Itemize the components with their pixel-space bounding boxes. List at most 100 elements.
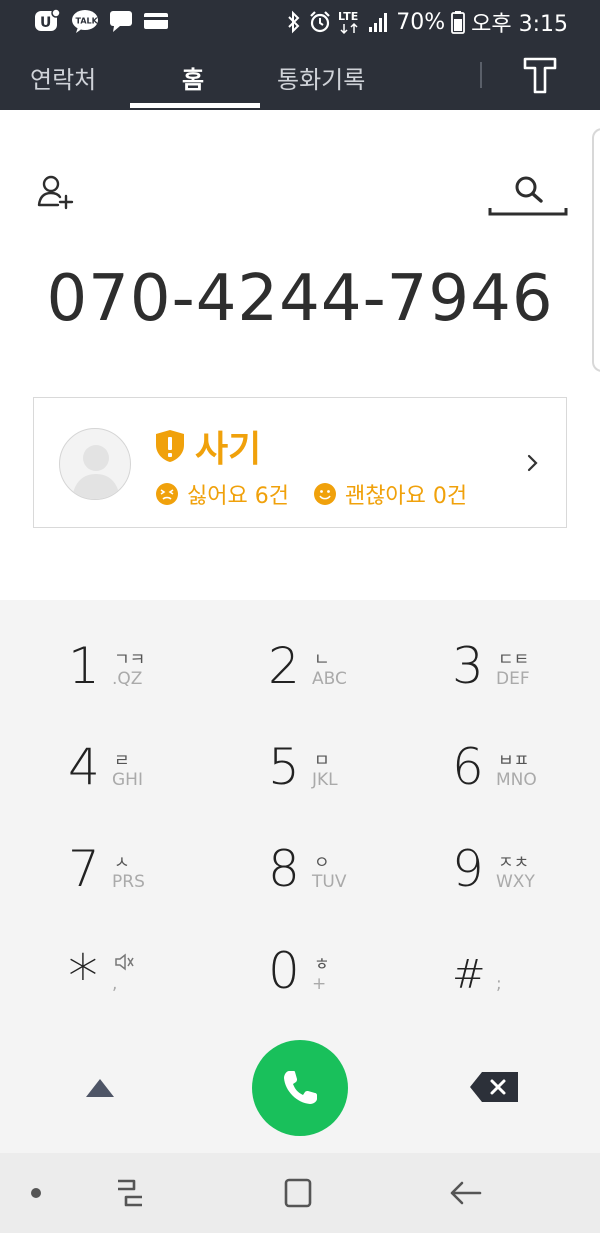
dialpad-key-digit: 9 <box>452 840 484 898</box>
chevron-right-icon <box>522 450 542 476</box>
call-button[interactable] <box>252 1040 348 1136</box>
dialpad-key-digit: 4 <box>68 738 100 796</box>
dislike-count: 싫어요 6건 <box>187 484 289 509</box>
dialpad-key-digit: 1 <box>68 637 100 695</box>
dialpad-key-korean: ㅈㅊ <box>498 853 530 873</box>
svg-text:TALK: TALK <box>76 17 99 26</box>
dialpad-key-korean: ㅅ <box>114 853 130 873</box>
triangle-up-icon <box>86 1079 114 1097</box>
t-logo-icon <box>523 57 557 94</box>
dialpad-key-letters: TUV <box>312 872 347 892</box>
dialpad-key-letters: MNO <box>496 770 537 790</box>
backspace-icon <box>470 1072 518 1102</box>
bluetooth-icon <box>286 10 302 34</box>
dialpad-key-digit: 7 <box>68 840 100 898</box>
battery-icon <box>451 10 466 34</box>
dialpad-key-digit: 2 <box>268 637 300 695</box>
dialpad-key-digit: # <box>452 952 486 998</box>
backspace-button[interactable] <box>468 1070 520 1104</box>
dialpad-key-letters: PRS <box>112 872 145 892</box>
add-contact-icon <box>37 175 74 210</box>
dialpad-key-korean: ㅎ <box>314 955 330 975</box>
dialpad-key-letters: ABC <box>312 669 347 689</box>
rating-stats: 싫어요 6건 괜찮아요 0건 <box>155 478 467 510</box>
system-status: LTE 70% 오후 3:15 <box>286 6 568 38</box>
home-icon <box>284 1178 312 1208</box>
dialpad-key-letters: WXY <box>496 872 535 892</box>
dialpad-key-letters: , <box>112 974 118 994</box>
dialpad-key-digit: 3 <box>452 637 484 695</box>
top-bar: U TALK LTE 70% 오후 3:15 연락처 홈 통화기록 <box>0 0 600 110</box>
clock: 오후 3:15 <box>471 12 568 37</box>
svg-text:LTE: LTE <box>338 10 358 23</box>
dialpad-key-4[interactable]: 4 ㄹ GHI <box>0 718 200 818</box>
status-bar: U TALK LTE 70% 오후 3:15 <box>0 0 600 42</box>
dialpad-key-letters: DEF <box>496 669 530 689</box>
spam-category-label: 사기 <box>195 429 262 470</box>
dialpad-key-7[interactable]: 7 ㅅ PRS <box>0 820 200 920</box>
dialpad-key-3[interactable]: 3 ㄷㅌ DEF <box>400 617 600 717</box>
t-service-button[interactable] <box>522 55 558 95</box>
card-title-row: 사기 <box>155 420 261 472</box>
tab-home[interactable]: 홈 <box>182 60 204 95</box>
tab-divider <box>480 62 482 88</box>
dialpad-key-star[interactable]: *, <box>0 922 200 1022</box>
tab-bar: 연락처 홈 통화기록 <box>0 50 600 110</box>
dialpad-key-digit: 5 <box>268 738 300 796</box>
dialpad-key-digit: 8 <box>268 840 300 898</box>
mute-speaker-icon <box>115 953 134 971</box>
alarm-icon <box>308 10 332 34</box>
dialpad-key-6[interactable]: 6 ㅂㅍ MNO <box>400 718 600 818</box>
recent-apps-button[interactable] <box>110 1175 150 1211</box>
active-tab-indicator <box>130 103 260 108</box>
dialpad-key-letters: .QZ <box>112 669 143 689</box>
avatar <box>59 428 131 500</box>
back-icon <box>450 1181 482 1205</box>
dialpad-actions <box>0 1040 600 1140</box>
phone-icon <box>284 1071 317 1104</box>
u-plus-icon: U <box>34 8 62 34</box>
dialpad-key-1[interactable]: 1 ㄱㅋ .QZ <box>0 617 200 717</box>
dialpad-key-digit: 6 <box>452 738 484 796</box>
lte-icon: LTE <box>338 9 362 35</box>
dialpad-key-0[interactable]: 0 ㅎ + <box>200 922 400 1022</box>
notification-icons: U TALK <box>34 8 170 34</box>
dialpad-key-korean: ㄴ <box>314 650 330 670</box>
like-face-icon <box>313 483 336 505</box>
dialpad-key-letters: ; <box>496 974 502 994</box>
back-button[interactable] <box>446 1175 486 1211</box>
navigation-bar <box>0 1153 600 1233</box>
dialpad-key-korean: ㄷㅌ <box>498 650 530 670</box>
dislike-face-icon <box>156 483 178 505</box>
default-avatar-icon <box>72 445 120 499</box>
dialpad-key-2[interactable]: 2 ㄴ ABC <box>200 617 400 717</box>
dialpad-key-hash[interactable]: #; <box>400 922 600 1022</box>
dialpad-key-digit: 0 <box>268 942 300 1000</box>
message-icon <box>108 9 134 33</box>
caller-info-card[interactable]: 사기 싫어요 6건 괜찮아요 0건 <box>33 397 567 528</box>
collapse-dialpad-button[interactable] <box>80 1070 120 1100</box>
dialpad-key-8[interactable]: 8 ㅇ TUV <box>200 820 400 920</box>
tab-call-log[interactable]: 통화기록 <box>277 60 365 95</box>
recent-apps-icon <box>118 1179 142 1207</box>
svg-text:U: U <box>40 15 51 31</box>
dialpad-key-digit: * <box>68 942 98 1012</box>
add-contact-button[interactable] <box>36 172 76 212</box>
dialpad-key-letters: JKL <box>312 770 338 790</box>
dialpad-key-korean: ㅂㅍ <box>498 751 530 771</box>
dialpad-key-9[interactable]: 9 ㅈㅊ WXY <box>400 820 600 920</box>
home-button[interactable] <box>278 1175 318 1211</box>
warning-shield-icon <box>156 430 184 462</box>
search-icon <box>488 176 568 216</box>
dialpad-key-5[interactable]: 5 ㅁ JKL <box>200 718 400 818</box>
dialpad-key-letters: + <box>312 974 327 994</box>
dialpad-key-korean: ㄹ <box>114 751 130 771</box>
tab-contacts[interactable]: 연락처 <box>30 60 96 95</box>
nav-bar-dot[interactable] <box>31 1188 41 1198</box>
battery-percent: 70% <box>396 9 446 35</box>
like-count: 괜찮아요 0건 <box>344 484 468 509</box>
search-button[interactable] <box>488 168 568 218</box>
kakaotalk-icon: TALK <box>70 8 100 34</box>
card-icon <box>142 10 170 32</box>
dialpad-key-korean: ㄱㅋ <box>114 650 146 670</box>
